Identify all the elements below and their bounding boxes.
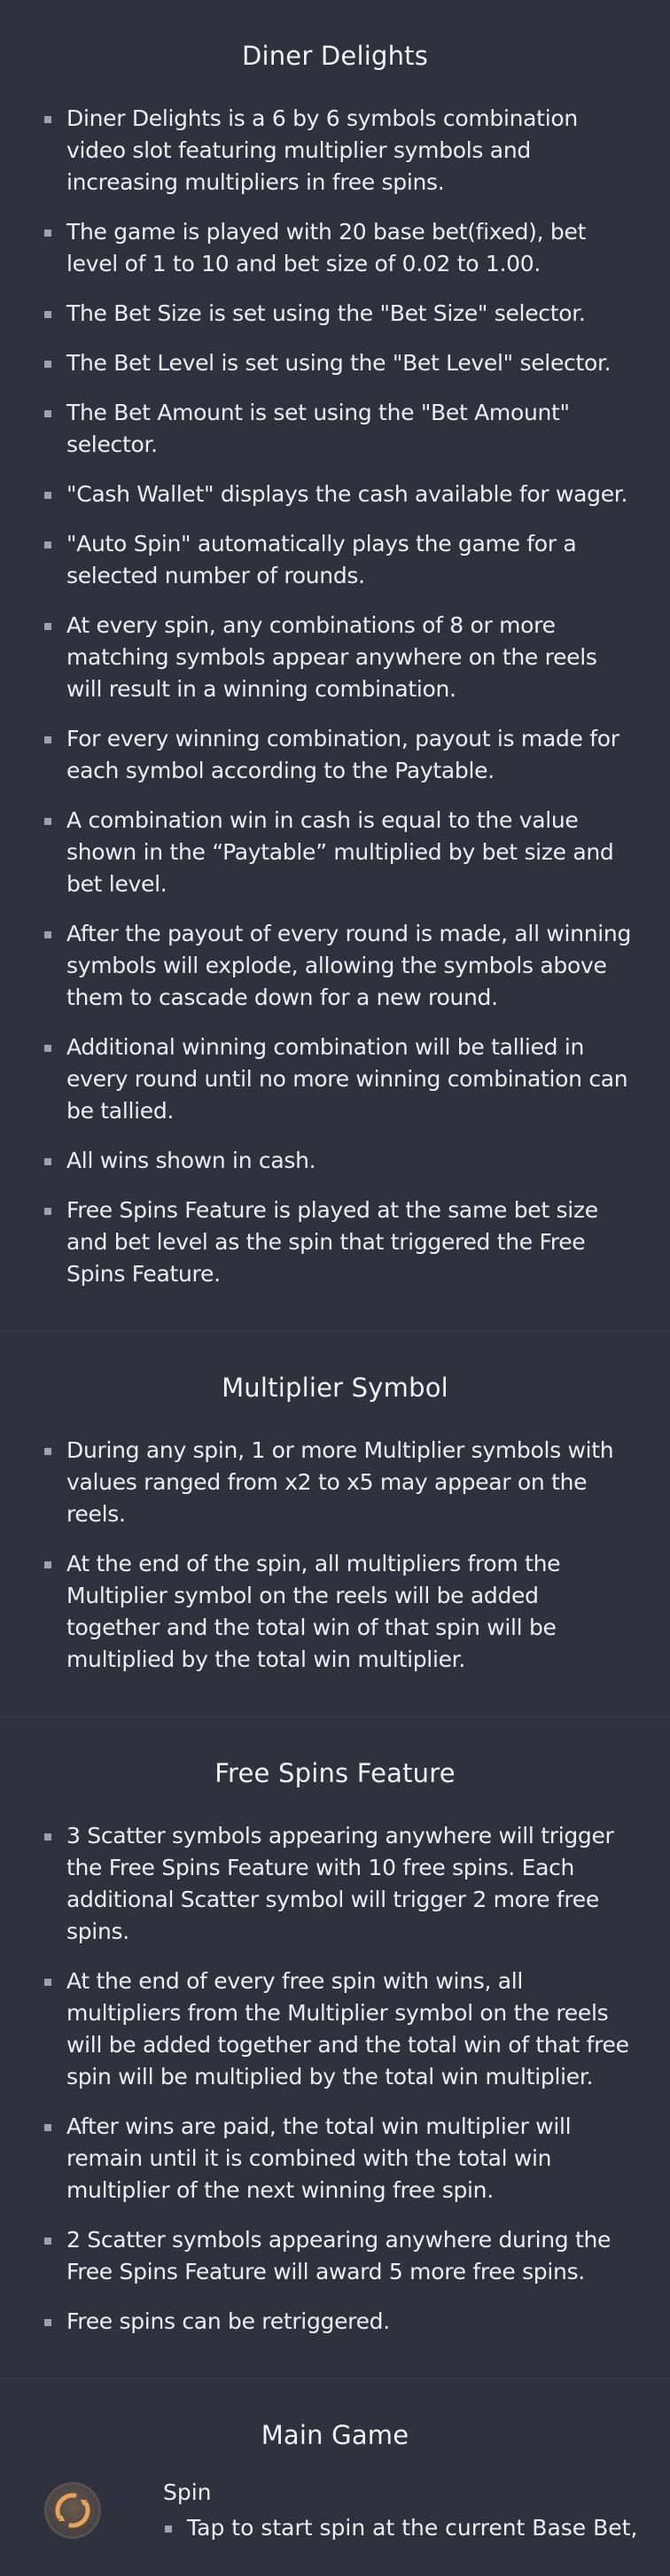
- list-item: All wins shown in cash.: [43, 1145, 635, 1177]
- section-title: Multiplier Symbol: [222, 1373, 448, 1403]
- list-item: At the end of every free spin with wins,…: [43, 1965, 635, 2093]
- spin-rule-row: Spin Tap to start spin at the current Ba…: [0, 2452, 670, 2576]
- list-item: The Bet Amount is set using the "Bet Amo…: [43, 397, 635, 461]
- list-item: After wins are paid, the total win multi…: [43, 2111, 635, 2206]
- list-item: Additional winning combination will be t…: [43, 1031, 635, 1127]
- section-title: Free Spins Feature: [214, 1758, 456, 1788]
- list-item: The Bet Size is set using the "Bet Size"…: [43, 298, 635, 330]
- spin-description: Tap to start spin at the current Base Be…: [163, 2512, 637, 2544]
- list-item: After the payout of every round is made,…: [43, 918, 635, 1014]
- list-item: At the end of the spin, all multipliers …: [43, 1548, 635, 1676]
- rules-list: 3 Scatter symbols appearing anywhere wil…: [0, 1790, 670, 2378]
- list-item: A combination win in cash is equal to th…: [43, 805, 635, 900]
- spin-icon: [44, 2482, 101, 2539]
- section-main-game: Main Game Spin Tap to start spin at the …: [0, 2379, 670, 2576]
- list-item: 3 Scatter symbols appearing anywhere wil…: [43, 1820, 635, 1948]
- section-multiplier-symbol: Multiplier Symbol During any spin, 1 or …: [0, 1332, 670, 1717]
- section-free-spins-feature: Free Spins Feature 3 Scatter symbols app…: [0, 1717, 670, 2379]
- list-item: "Cash Wallet" displays the cash availabl…: [43, 479, 635, 510]
- list-item: Free Spins Feature is played at the same…: [43, 1195, 635, 1290]
- list-item: During any spin, 1 or more Multiplier sy…: [43, 1435, 635, 1530]
- section-title: Main Game: [261, 2420, 409, 2450]
- section-title: Diner Delights: [241, 41, 429, 71]
- list-item: 2 Scatter symbols appearing anywhere dur…: [43, 2224, 635, 2288]
- list-item: For every winning combination, payout is…: [43, 723, 635, 787]
- list-item: At every spin, any combinations of 8 or …: [43, 610, 635, 705]
- list-item: The Bet Level is set using the "Bet Leve…: [43, 347, 635, 379]
- list-item: "Auto Spin" automatically plays the game…: [43, 528, 635, 592]
- list-item: Free spins can be retriggered.: [43, 2306, 635, 2338]
- rules-list: During any spin, 1 or more Multiplier sy…: [0, 1405, 670, 1716]
- section-diner-delights: Diner Delights Diner Delights is a 6 by …: [0, 0, 670, 1332]
- spin-label: Spin: [163, 2479, 212, 2505]
- rules-page: Diner Delights Diner Delights is a 6 by …: [0, 0, 670, 2576]
- rules-list: Diner Delights is a 6 by 6 symbols combi…: [0, 73, 670, 1331]
- list-item: Diner Delights is a 6 by 6 symbols combi…: [43, 103, 635, 198]
- list-item: The game is played with 20 base bet(fixe…: [43, 216, 635, 280]
